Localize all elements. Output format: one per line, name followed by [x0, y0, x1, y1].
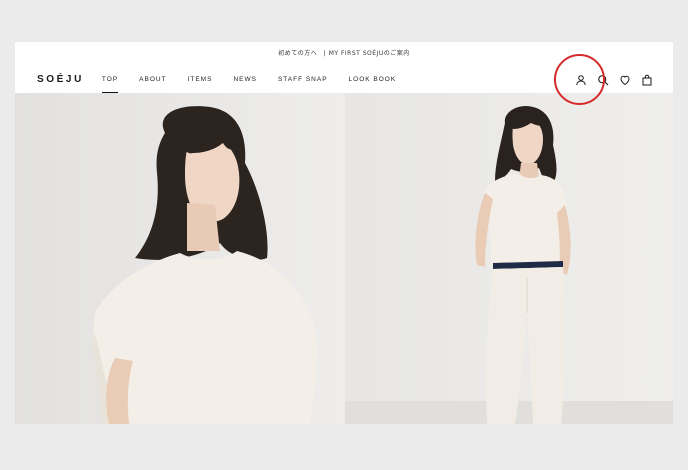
account-icon[interactable] — [574, 73, 587, 86]
nav-item-news[interactable]: NEWS — [233, 66, 257, 93]
announcement-bar[interactable]: 初めての方へ | MY FIRST SOÉJUのご案内 — [15, 42, 673, 66]
hero-banner[interactable] — [15, 93, 673, 424]
favorite-heart-icon[interactable] — [618, 73, 631, 86]
main-nav: TOP ABOUT ITEMS NEWS STAFF SNAP LOOK BOO… — [101, 66, 417, 93]
nav-item-look-book[interactable]: LOOK BOOK — [349, 66, 397, 93]
search-icon[interactable] — [596, 73, 609, 86]
nav-item-top[interactable]: TOP — [101, 66, 119, 93]
site-header: SOÉJU TOP ABOUT ITEMS NEWS STAFF SNAP LO… — [15, 66, 673, 94]
header-icons — [565, 66, 653, 93]
website-page: 初めての方へ | MY FIRST SOÉJUのご案内 SOÉJU TOP AB… — [15, 42, 673, 424]
nav-item-items[interactable]: ITEMS — [188, 66, 213, 93]
nav-item-staff-snap[interactable]: STAFF SNAP — [278, 66, 328, 93]
hero-image-left — [15, 93, 345, 424]
shopping-bag-icon[interactable] — [640, 73, 653, 86]
nav-item-about[interactable]: ABOUT — [139, 66, 166, 93]
brand-logo[interactable]: SOÉJU — [37, 74, 84, 85]
hero-image-right — [345, 93, 673, 424]
